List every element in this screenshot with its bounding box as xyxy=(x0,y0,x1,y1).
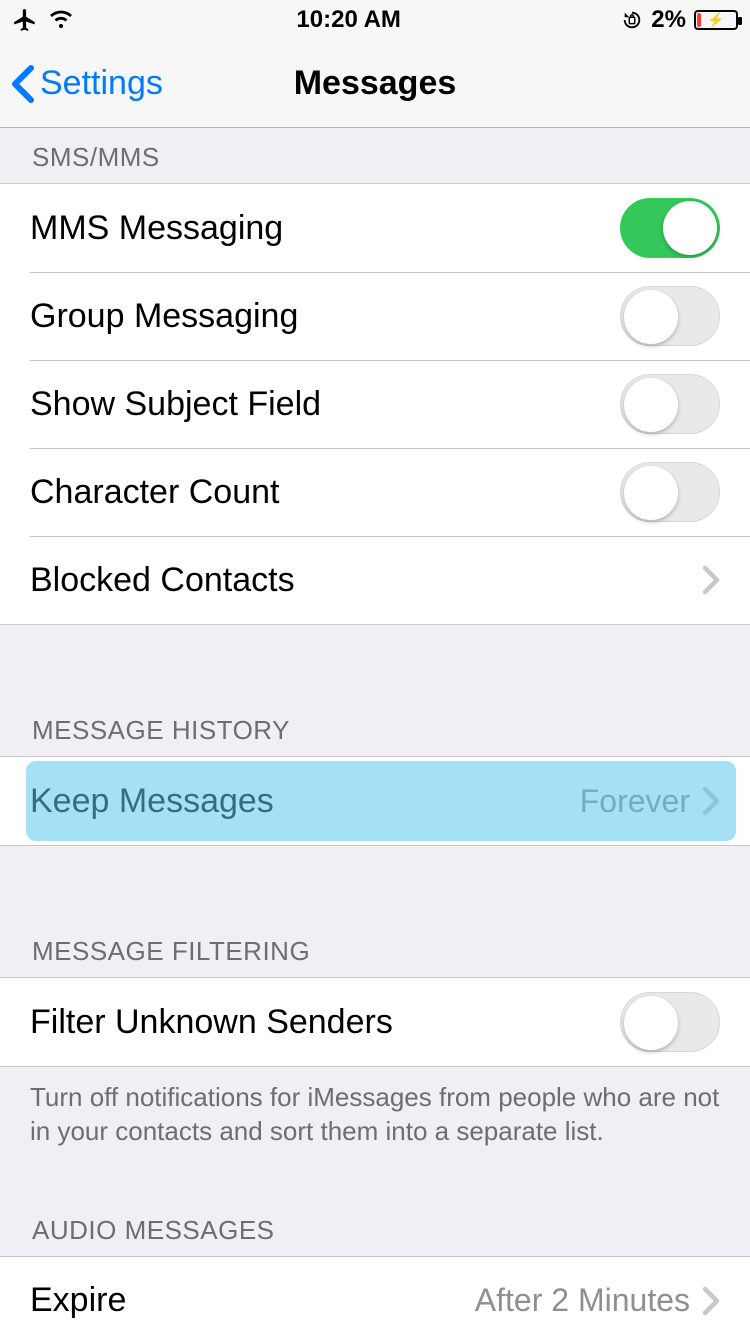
battery-icon: ⚡ xyxy=(694,10,738,30)
group-message-history: Keep Messages Forever xyxy=(0,756,750,846)
airplane-mode-icon xyxy=(12,7,38,33)
label-group-messaging: Group Messaging xyxy=(30,297,298,336)
chevron-right-icon xyxy=(702,786,720,816)
chevron-left-icon xyxy=(10,64,36,104)
label-blocked-contacts: Blocked Contacts xyxy=(30,561,295,600)
row-show-subject-field[interactable]: Show Subject Field xyxy=(0,360,750,448)
status-bar: 10:20 AM 2% ⚡ xyxy=(0,0,750,40)
group-message-filtering: Filter Unknown Senders xyxy=(0,977,750,1067)
toggle-character-count[interactable] xyxy=(620,462,720,522)
toggle-mms-messaging[interactable] xyxy=(620,198,720,258)
toggle-show-subject-field[interactable] xyxy=(620,374,720,434)
value-keep-messages: Forever xyxy=(580,783,690,820)
row-filter-unknown-senders[interactable]: Filter Unknown Senders xyxy=(0,978,750,1066)
group-audio-messages: Expire After 2 Minutes Raise to Listen xyxy=(0,1256,750,1334)
back-button[interactable]: Settings xyxy=(10,40,163,127)
group-sms-mms: MMS Messaging Group Messaging Show Subje… xyxy=(0,183,750,625)
row-expire[interactable]: Expire After 2 Minutes xyxy=(0,1257,750,1334)
value-expire: After 2 Minutes xyxy=(475,1282,690,1319)
footer-message-filtering: Turn off notifications for iMessages fro… xyxy=(0,1067,750,1159)
row-keep-messages[interactable]: Keep Messages Forever xyxy=(0,757,750,845)
back-label: Settings xyxy=(40,64,163,103)
status-time: 10:20 AM xyxy=(296,6,400,34)
row-mms-messaging[interactable]: MMS Messaging xyxy=(0,184,750,272)
status-left xyxy=(12,7,76,33)
chevron-right-icon xyxy=(702,565,720,595)
row-blocked-contacts[interactable]: Blocked Contacts xyxy=(0,536,750,624)
label-mms-messaging: MMS Messaging xyxy=(30,209,283,248)
section-header-audio-messages: AUDIO MESSAGES xyxy=(0,1189,750,1256)
page-title: Messages xyxy=(294,64,457,103)
label-character-count: Character Count xyxy=(30,473,279,512)
wifi-icon xyxy=(46,8,76,32)
battery-percentage: 2% xyxy=(651,6,686,34)
row-group-messaging[interactable]: Group Messaging xyxy=(0,272,750,360)
label-keep-messages: Keep Messages xyxy=(30,782,274,821)
section-header-sms-mms: SMS/MMS xyxy=(0,128,750,183)
rotation-lock-icon xyxy=(621,9,643,31)
label-expire: Expire xyxy=(30,1281,126,1320)
toggle-group-messaging[interactable] xyxy=(620,286,720,346)
label-filter-unknown-senders: Filter Unknown Senders xyxy=(30,1003,393,1042)
status-right: 2% ⚡ xyxy=(621,6,738,34)
chevron-right-icon xyxy=(702,1286,720,1316)
label-show-subject-field: Show Subject Field xyxy=(30,385,321,424)
nav-bar: Settings Messages xyxy=(0,40,750,128)
section-header-message-history: MESSAGE HISTORY xyxy=(0,689,750,756)
toggle-filter-unknown-senders[interactable] xyxy=(620,992,720,1052)
section-header-message-filtering: MESSAGE FILTERING xyxy=(0,910,750,977)
row-character-count[interactable]: Character Count xyxy=(0,448,750,536)
